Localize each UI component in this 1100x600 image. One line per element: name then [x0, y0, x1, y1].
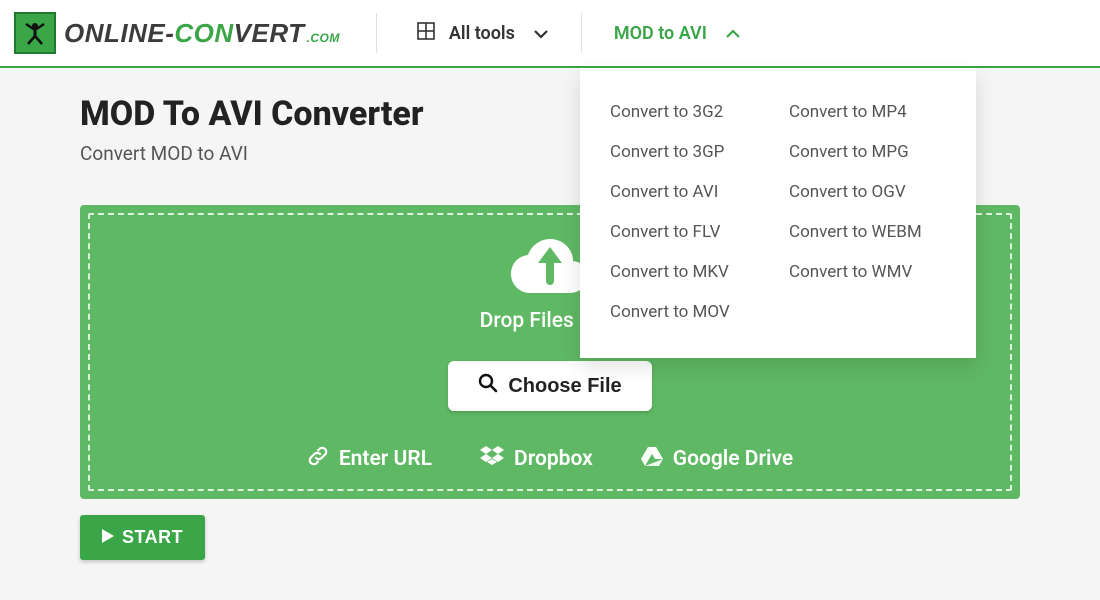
nav-divider	[581, 13, 582, 53]
google-drive-label: Google Drive	[673, 447, 793, 471]
google-drive-icon	[641, 446, 663, 472]
nav-current-label: MOD to AVI	[614, 23, 707, 44]
dropbox-icon	[480, 446, 504, 472]
brand-part3: VERT	[234, 18, 305, 49]
choose-file-button[interactable]: Choose File	[448, 361, 651, 411]
dropdown-item[interactable]: Convert to 3GP	[610, 132, 769, 172]
top-nav: ONLINE- CON VERT .COM All tools MOD to A…	[0, 0, 1100, 68]
dropdown-item[interactable]: Convert to 3G2	[610, 92, 769, 132]
dropdown-column: Convert to 3G2 Convert to 3GP Convert to…	[610, 92, 769, 332]
dropdown-column: Convert to MP4 Convert to MPG Convert to…	[789, 92, 948, 332]
choose-file-label: Choose File	[508, 375, 621, 398]
start-button[interactable]: START	[80, 515, 205, 560]
enter-url-option[interactable]: Enter URL	[307, 445, 432, 473]
dropdown-item[interactable]: Convert to MOV	[610, 292, 769, 332]
link-icon	[307, 445, 329, 473]
search-icon	[478, 373, 498, 399]
brand-part1: ONLINE-	[64, 18, 174, 49]
chevron-up-icon	[725, 23, 741, 44]
source-options: Enter URL Dropbox	[80, 445, 1020, 473]
dropdown-item[interactable]: Convert to AVI	[610, 172, 769, 212]
nav-current-converter[interactable]: MOD to AVI	[592, 0, 763, 66]
dropdown-item[interactable]: Convert to WMV	[789, 252, 948, 292]
start-label: START	[122, 527, 183, 548]
google-drive-option[interactable]: Google Drive	[641, 445, 793, 473]
dropdown-item[interactable]: Convert to MPG	[789, 132, 948, 172]
dropbox-option[interactable]: Dropbox	[480, 445, 593, 473]
brand-logo[interactable]: ONLINE- CON VERT .COM	[0, 0, 340, 66]
logo-badge-icon	[14, 12, 56, 54]
nav-divider	[376, 13, 377, 53]
play-icon	[102, 527, 114, 548]
brand-part2: CON	[174, 18, 233, 49]
nav-all-tools-label: All tools	[449, 23, 515, 44]
dropdown-item[interactable]: Convert to OGV	[789, 172, 948, 212]
chevron-down-icon	[533, 23, 549, 44]
brand-wordmark: ONLINE- CON VERT .COM	[64, 18, 340, 49]
enter-url-label: Enter URL	[339, 447, 432, 471]
grid-icon	[417, 22, 435, 45]
brand-suffix: .COM	[307, 31, 340, 45]
converter-dropdown: Convert to 3G2 Convert to 3GP Convert to…	[580, 68, 976, 358]
dropdown-item[interactable]: Convert to FLV	[610, 212, 769, 252]
dropdown-item[interactable]: Convert to MP4	[789, 92, 948, 132]
dropbox-label: Dropbox	[514, 447, 593, 471]
dropdown-item[interactable]: Convert to WEBM	[789, 212, 948, 252]
nav-all-tools[interactable]: All tools	[395, 0, 571, 66]
dropdown-item[interactable]: Convert to MKV	[610, 252, 769, 292]
